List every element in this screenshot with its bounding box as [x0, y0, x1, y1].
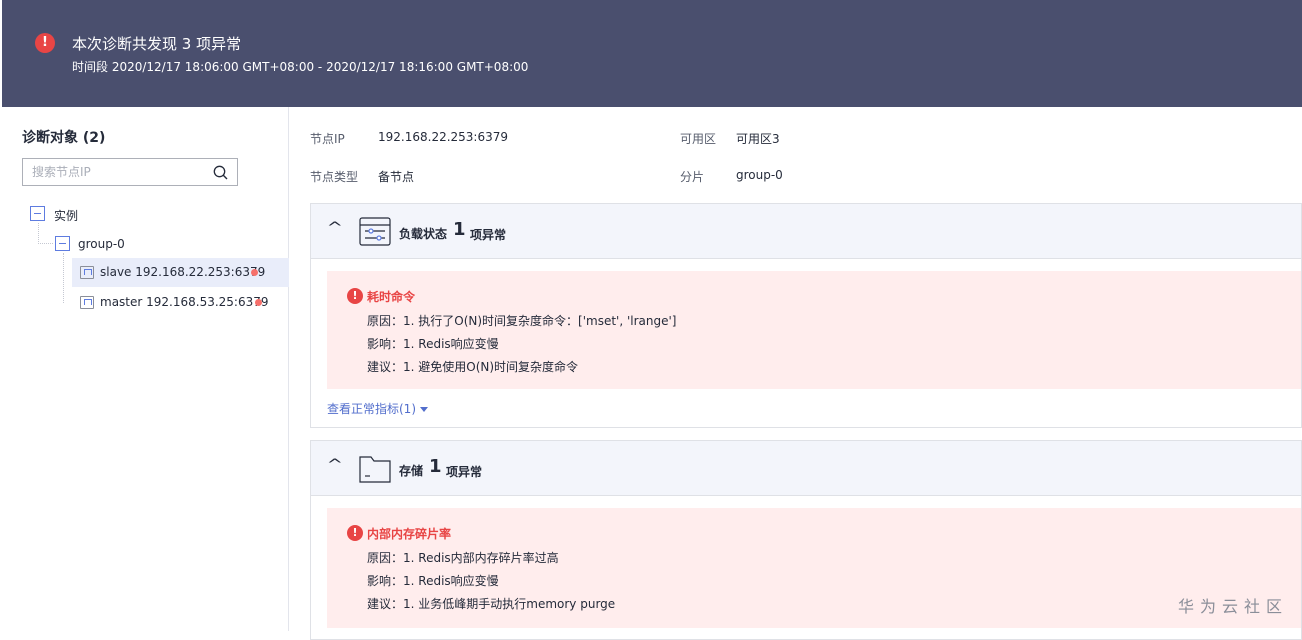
watermark: 华为云社区 [1178, 593, 1288, 617]
tree-label-instance[interactable]: 实例 [54, 207, 78, 224]
node-ip-search-input[interactable] [23, 159, 203, 185]
error-icon: ! [347, 288, 363, 304]
tree-node-master[interactable]: master 192.168.53.25:6379 [72, 288, 289, 317]
panel-anomaly-count: 1 [453, 219, 466, 240]
node-icon [80, 296, 94, 309]
diagnosis-header: ! 本次诊断共发现 3 项异常 时间段 2020/12/17 18:06:00 … [2, 0, 1302, 107]
issue-advice: 建议：1. 业务低峰期手动执行memory purge [367, 595, 615, 612]
search-icon[interactable] [213, 165, 228, 180]
anomaly-dot [255, 299, 262, 306]
zone-value: 可用区3 [736, 130, 780, 147]
panel-title: 负载状态 [399, 225, 447, 242]
tree-connector [63, 253, 64, 303]
node-icon [80, 266, 94, 279]
storage-folder-icon [359, 454, 391, 484]
anomaly-dot [251, 269, 258, 276]
issue-advice: 建议：1. 避免使用O(N)时间复杂度命令 [367, 358, 578, 375]
storage-panel: ^ 存储 1 项异常 ! 内部内存碎片率 原因：1. Redis内部内存碎片率过… [310, 440, 1302, 640]
node-type-value: 备节点 [378, 168, 414, 185]
shard-label: 分片 [680, 168, 704, 185]
sidebar-title: 诊断对象 (2) [22, 127, 105, 147]
node-label: slave 192.168.22.253:6379 [100, 265, 265, 279]
tree-collapse-toggle-instance[interactable] [30, 206, 45, 221]
panel-header[interactable]: ^ 负载状态 1 项异常 [311, 204, 1301, 259]
node-type-label: 节点类型 [310, 168, 358, 185]
view-normal-metrics-label: 查看正常指标(1) [327, 402, 416, 416]
tree-connector [38, 243, 53, 244]
tree-connector [38, 223, 39, 244]
issue-card: ! 内部内存碎片率 原因：1. Redis内部内存碎片率过高 影响：1. Red… [327, 508, 1301, 628]
node-ip-search [22, 158, 238, 186]
panel-anomaly-suffix: 项异常 [446, 463, 482, 480]
panel-anomaly-suffix: 项异常 [470, 226, 506, 243]
node-ip-label: 节点IP [310, 130, 345, 147]
caret-down-icon [420, 407, 428, 412]
diagnosis-title: 本次诊断共发现 3 项异常 [72, 33, 241, 54]
diagnosis-target-sidebar: 诊断对象 (2) 实例 group-0 slave 192.168.22.253… [6, 107, 289, 631]
issue-impact: 影响：1. Redis响应变慢 [367, 335, 499, 352]
node-ip-value: 192.168.22.253:6379 [378, 130, 508, 144]
diagnosis-detail: 节点IP 192.168.22.253:6379 可用区 可用区3 节点类型 备… [290, 107, 1302, 631]
chevron-up-icon[interactable]: ^ [327, 457, 343, 473]
issue-title: 耗时命令 [367, 288, 415, 305]
load-status-icon [359, 217, 391, 247]
issue-title: 内部内存碎片率 [367, 525, 451, 542]
panel-title: 存储 [399, 462, 423, 479]
issue-reason: 原因：1. 执行了O(N)时间复杂度命令：['mset', 'lrange'] [367, 312, 677, 329]
diagnosis-period: 时间段 2020/12/17 18:06:00 GMT+08:00 - 2020… [72, 58, 528, 75]
issue-impact: 影响：1. Redis响应变慢 [367, 572, 499, 589]
tree-node-slave[interactable]: slave 192.168.22.253:6379 [72, 258, 289, 287]
alert-icon: ! [35, 33, 55, 53]
panel-header[interactable]: ^ 存储 1 项异常 [311, 441, 1301, 496]
load-status-panel: ^ 负载状态 1 项异常 ! 耗时命令 原因：1. 执行了O(N)时间复杂度命令… [310, 203, 1302, 428]
issue-reason: 原因：1. Redis内部内存碎片率过高 [367, 549, 559, 566]
panel-anomaly-count: 1 [429, 456, 442, 477]
shard-value: group-0 [736, 168, 783, 182]
tree-collapse-toggle-group[interactable] [55, 236, 70, 251]
node-label: master 192.168.53.25:6379 [100, 295, 269, 309]
chevron-up-icon[interactable]: ^ [327, 220, 343, 236]
zone-label: 可用区 [680, 130, 716, 147]
view-normal-metrics-link[interactable]: 查看正常指标(1) [327, 400, 428, 417]
issue-card: ! 耗时命令 原因：1. 执行了O(N)时间复杂度命令：['mset', 'lr… [327, 271, 1301, 389]
error-icon: ! [347, 525, 363, 541]
tree-label-group[interactable]: group-0 [78, 237, 125, 251]
